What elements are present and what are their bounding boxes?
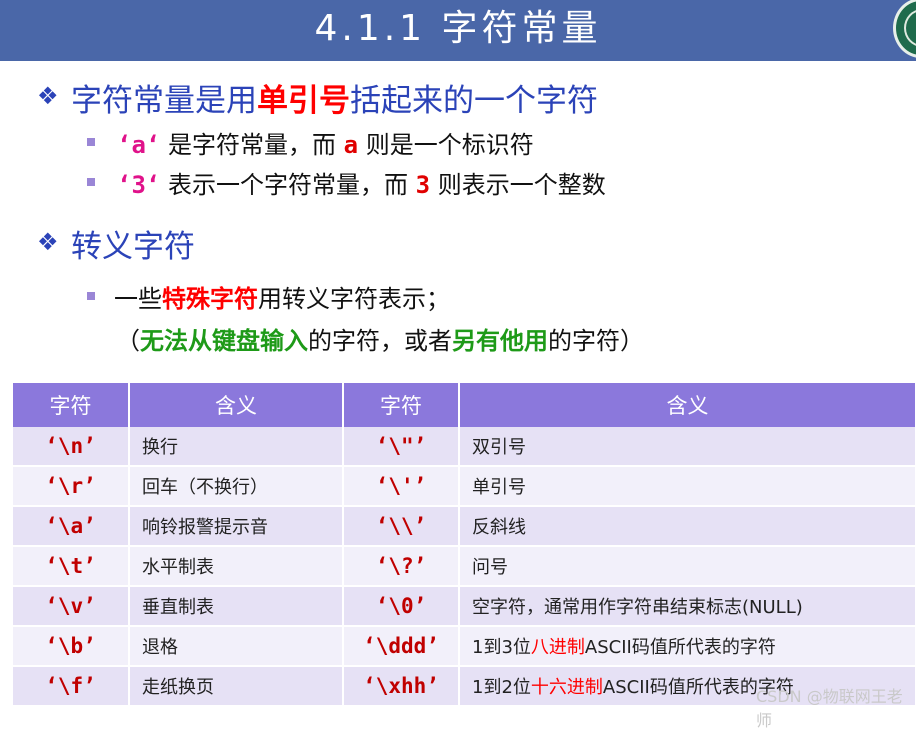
heading-text-end: 括起来的一个字符: [350, 83, 598, 119]
sub-text-end: 则表示一个整数: [437, 171, 606, 199]
green-emphasis-2: 另有他用: [452, 327, 548, 355]
table-row: ‘\r’ 回车（不换行） ‘\'’ 单引号: [13, 466, 916, 507]
meaning-text: 问号: [472, 557, 508, 578]
square-bullet-icon: [87, 292, 95, 300]
paren-open: （: [116, 327, 140, 355]
meaning-cell: 水平制表: [129, 546, 344, 587]
meaning-cell: 问号: [459, 546, 916, 587]
diamond-bullet-icon: ❖: [37, 228, 59, 256]
meaning-cell: 1到3位八进制ASCII码值所代表的字符: [459, 626, 916, 667]
escape-char-cell: ‘\0’: [343, 586, 460, 627]
sub-bullet-2: ‘3‘ 表示一个字符常量，而 3 则表示一个整数: [117, 165, 606, 200]
meaning-cell: 空字符，通常用作字符串结束标志(NULL): [459, 586, 916, 627]
column-header: 字符: [343, 383, 460, 427]
escape-char-cell: ‘\'’: [343, 466, 460, 507]
table-row: ‘\t’ 水平制表 ‘\?’ 问号: [13, 546, 916, 587]
column-header: 含义: [129, 383, 344, 427]
table-row: ‘\a’ 响铃报警提示音 ‘\\’ 反斜线: [13, 506, 916, 547]
sub-bullet-3: 一些特殊字符用转义字符表示；: [114, 279, 450, 314]
meaning-cell: 垂直制表: [129, 586, 344, 627]
table-header-row: 字符 含义 字符 含义: [13, 383, 916, 427]
escape-char-cell: ‘\"’: [343, 427, 460, 467]
square-bullet-icon: [87, 138, 95, 146]
meaning-cell: 反斜线: [459, 506, 916, 547]
meaning-text: 双引号: [472, 437, 526, 458]
page-title: 4.1.1 字符常量: [314, 8, 602, 49]
escape-char-cell: ‘\t’: [13, 546, 130, 587]
meaning-text: 空字符，通常用作字符串结束标志(NULL): [472, 597, 803, 618]
meaning-text: ASCII码值所代表的字符: [584, 637, 776, 658]
sub-text-end: 则是一个标识符: [365, 131, 534, 159]
escape-char-cell: ‘\f’: [13, 666, 130, 707]
escape-char-cell: ‘\v’: [13, 586, 130, 627]
meaning-cell: 双引号: [459, 427, 916, 467]
sub-text: 是字符常量，而: [168, 131, 336, 159]
escape-char-cell: ‘\?’: [343, 546, 460, 587]
heading-emphasis: 单引号: [257, 83, 350, 119]
heading-text: 字符常量是用: [71, 83, 257, 119]
heading-escape-chars: 转义字符: [71, 229, 195, 265]
meaning-cell: 响铃报警提示音: [129, 506, 344, 547]
green-emphasis-1: 无法从键盘输入: [140, 327, 308, 355]
highlight-text: 八进制: [530, 637, 585, 658]
sub-text: 一些: [114, 285, 162, 313]
code-number: 3: [415, 171, 431, 199]
meaning-text: 1到2位: [472, 677, 531, 698]
escape-char-table: 字符 含义 字符 含义 ‘\n’ 换行 ‘\"’ 双引号 ‘\r’ 回车（不换行） ‘\'’…: [13, 383, 916, 707]
escape-char-cell: ‘\ddd’: [343, 626, 460, 667]
code-literal: ‘3‘: [117, 171, 161, 199]
table-row: ‘\n’ 换行 ‘\"’ 双引号: [13, 427, 916, 467]
sub-text: 表示一个字符常量，而: [168, 171, 408, 199]
highlight-text: 十六进制: [530, 677, 603, 698]
meaning-cell: 走纸换页: [129, 666, 344, 707]
escape-char-cell: ‘\n’: [13, 427, 130, 467]
escape-char-cell: ‘\xhh’: [343, 666, 460, 707]
table-row: ‘\v’ 垂直制表 ‘\0’ 空字符，通常用作字符串结束标志(NULL): [13, 586, 916, 627]
logo-ring: [904, 9, 916, 47]
sub-bullet-1: ‘a‘ 是字符常量，而 a 则是一个标识符: [117, 125, 534, 160]
meaning-text: 单引号: [472, 477, 526, 498]
table-body: ‘\n’ 换行 ‘\"’ 双引号 ‘\r’ 回车（不换行） ‘\'’ 单引号 ‘\a’ 响铃报警提…: [13, 427, 916, 707]
sub-bullet-4: （无法从键盘输入的字符，或者另有他用的字符）: [116, 321, 644, 356]
escape-char-cell: ‘\a’: [13, 506, 130, 547]
meaning-cell: 换行: [129, 427, 344, 467]
meaning-text: 反斜线: [472, 517, 526, 538]
sub-text-end: 用转义字符表示；: [258, 285, 450, 313]
heading-char-constant: 字符常量是用单引号括起来的一个字符: [71, 75, 598, 120]
column-header: 字符: [13, 383, 130, 427]
square-bullet-icon: [87, 178, 95, 186]
diamond-bullet-icon: ❖: [37, 82, 59, 110]
sub-emphasis: 特殊字符: [162, 285, 258, 313]
table-row: ‘\b’ 退格 ‘\ddd’ 1到3位八进制ASCII码值所代表的字符: [13, 626, 916, 667]
column-header: 含义: [459, 383, 916, 427]
escape-char-cell: ‘\b’: [13, 626, 130, 667]
sub-text-end: 的字符）: [548, 327, 644, 355]
code-literal: ‘a‘: [117, 131, 161, 159]
watermark: CSDN @物联网王老师: [756, 687, 903, 730]
escape-char-cell: ‘\\’: [343, 506, 460, 547]
meaning-cell: 回车（不换行）: [129, 466, 344, 507]
meaning-cell: 退格: [129, 626, 344, 667]
meaning-text: 1到3位: [472, 637, 531, 658]
meaning-cell: 单引号: [459, 466, 916, 507]
escape-char-cell: ‘\r’: [13, 466, 130, 507]
code-identifier: a: [343, 131, 359, 159]
sub-text: 的字符，或者: [308, 327, 452, 355]
